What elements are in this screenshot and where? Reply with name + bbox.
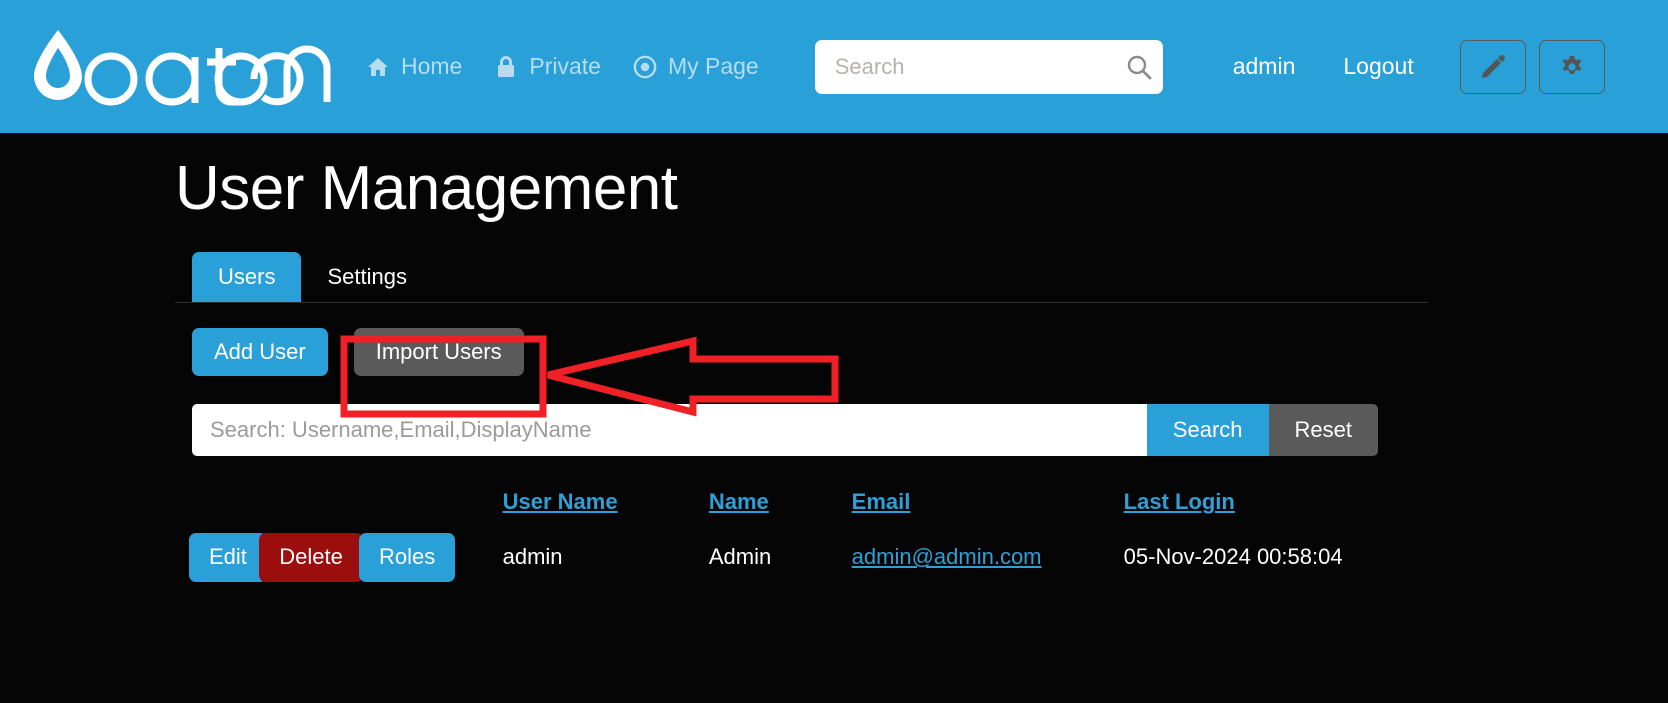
sort-user-name-link[interactable]: User Name [503,489,618,514]
user-filter-input[interactable] [192,404,1147,457]
primary-nav: Home Private My Page [350,47,775,86]
water-drop-icon [34,29,331,105]
user-links: admin Logout [1209,47,1438,86]
toolbar: Add User Import Users [175,326,1668,378]
column-header-last-login: Last Login [1118,480,1435,524]
user-roles-button[interactable]: Roles [358,533,456,582]
cell-roles: Roles [355,524,497,590]
current-user-link[interactable]: admin [1209,47,1320,86]
cell-name: Admin [708,544,772,570]
table-header-row: User Name Name Email Last Login [185,480,1435,524]
header-spacer-3 [355,480,497,524]
header-search[interactable] [814,39,1163,94]
nav-item-home-label: Home [401,53,463,79]
table-row: Edit Delete Roles admin Admin admin@admi… [185,524,1435,590]
gear-icon [1562,55,1582,74]
oqtane-logo[interactable] [14,17,332,117]
home-icon [366,55,390,79]
cell-edit: Edit [185,524,267,590]
column-header-name: Name [703,480,846,524]
column-header-user-name: User Name [497,480,703,524]
user-filter-reset-button[interactable]: Reset [1268,404,1378,457]
user-filter-search-button[interactable]: Search [1146,404,1269,457]
tab-users[interactable]: Users [192,251,302,303]
search-input[interactable] [832,52,1125,81]
cell-last-login: 05-Nov-2024 00:58:04 [1123,544,1343,570]
page-content: User Management Users Settings Add User … [0,133,1668,703]
delete-user-button[interactable]: Delete [259,533,363,582]
lock-icon [494,55,518,79]
cell-email: admin@admin.com [846,524,1118,590]
search-icon [1127,55,1152,79]
sort-email-link[interactable]: Email [852,489,911,514]
tab-settings[interactable]: Settings [301,252,433,302]
nav-item-my-page-label: My Page [667,53,759,79]
nav-item-private[interactable]: Private [478,47,617,86]
cell-username: admin [502,544,563,570]
nav-item-home[interactable]: Home [350,47,478,86]
edit-user-button[interactable]: Edit [189,533,267,582]
add-user-button[interactable]: Add User [192,327,328,377]
users-table: User Name Name Email Last Login Edit Del… [185,480,1435,590]
header-action-buttons [1459,39,1605,94]
page-title: User Management [175,154,678,223]
sort-last-login-link[interactable]: Last Login [1124,489,1235,514]
sort-name-link[interactable]: Name [709,489,769,514]
settings-button[interactable] [1538,39,1605,94]
header-spacer-2 [255,480,355,524]
search-submit-button[interactable] [1125,52,1153,82]
cell-delete: Delete [255,524,363,590]
edit-page-button[interactable] [1459,39,1526,94]
import-users-button[interactable]: Import Users [353,327,524,377]
target-icon [633,55,657,79]
nav-item-private-label: Private [529,53,601,79]
header-spacer-1 [185,480,255,524]
column-header-email: Email [846,480,1118,524]
logout-link[interactable]: Logout [1319,47,1437,86]
user-filter-bar: Search Reset [192,404,1378,457]
site-header: Home Private My Page Search admin Logout [0,0,1668,133]
nav-item-my-page[interactable]: My Page [617,47,775,86]
user-email-link[interactable]: admin@admin.com [852,544,1042,569]
tab-bar: Users Settings [175,251,1428,304]
pencil-icon [1481,54,1505,78]
